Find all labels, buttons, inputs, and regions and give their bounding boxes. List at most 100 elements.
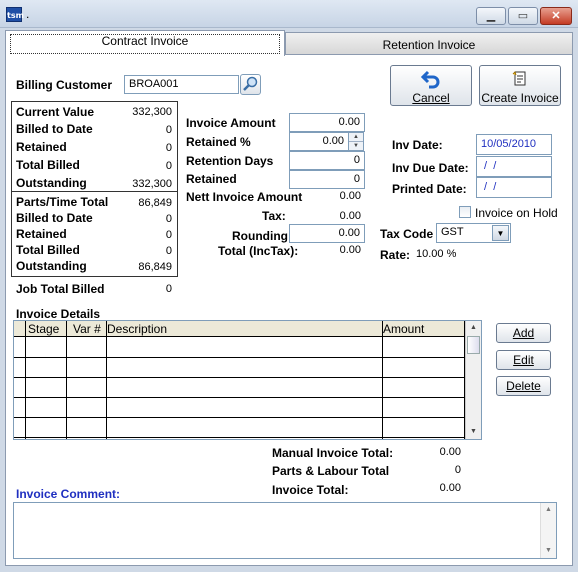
tab-label: Contract Invoice [102,34,189,48]
minimize-button[interactable]: ▁ [476,7,506,25]
search-icon [241,75,260,94]
scroll-up-icon[interactable]: ▲ [466,321,481,335]
total-inctax-value: 0.00 [300,244,361,256]
billed-to-date-label: Billed to Date [16,122,93,136]
inv-date-field[interactable]: 10/05/2010 [476,134,552,155]
outstanding-value: 332,300 [100,178,172,190]
tax-code-value: GST [441,226,464,238]
add-button[interactable]: Add [496,323,551,343]
maximize-icon: ▭ [518,10,528,22]
add-label: Add [513,326,534,340]
invoice-icon [510,69,530,89]
rounding-field[interactable]: 0.00 [289,224,365,243]
rounding-label: Rounding [232,229,288,243]
table-row [14,437,465,438]
parts-total-billed-value: 0 [100,245,172,257]
edit-button[interactable]: Edit [496,350,551,370]
printed-date-label: Printed Date: [392,182,467,196]
cancel-button[interactable]: Cancel [390,65,472,106]
invoice-comment-textarea[interactable]: ▲ ▼ [13,502,557,559]
parts-total-billed-label: Total Billed [16,243,80,257]
current-value-label: Current Value [16,105,94,119]
inv-date-label: Inv Date: [392,138,443,152]
invoice-on-hold-checkbox[interactable] [459,206,471,218]
retained-amount-label: Retained [186,172,237,186]
parts-labour-total-label: Parts & Labour Total [272,464,389,478]
minimize-icon: ▁ [487,10,495,22]
table-scrollbar[interactable]: ▲ ▼ [465,321,481,439]
job-total-billed-value: 0 [100,283,172,295]
parts-time-total-value: 86,849 [100,197,172,209]
column-header-stage[interactable]: Stage [28,322,59,336]
maximize-button[interactable]: ▭ [508,7,538,25]
retention-days-label: Retention Days [186,154,273,168]
invoice-amount-label: Invoice Amount [186,116,276,130]
delete-label: Delete [506,379,541,393]
cancel-label: Cancel [391,91,471,105]
close-button[interactable]: ✕ [540,7,572,25]
job-total-billed-label: Job Total Billed [16,282,104,296]
tab-contract-invoice[interactable]: Contract Invoice [5,30,285,56]
tax-label: Tax: [262,209,286,223]
tab-retention-invoice[interactable]: Retention Invoice [285,32,573,55]
scroll-up-icon[interactable]: ▲ [541,503,556,517]
column-header-description[interactable]: Description [107,322,167,336]
table-row [14,377,465,378]
spin-up-icon[interactable]: ▲ [349,133,363,142]
customer-lookup-button[interactable] [240,74,261,95]
summary-divider [11,191,178,192]
total-billed-value: 0 [100,160,172,172]
invoice-amount-field[interactable]: 0.00 [289,113,365,132]
parts-billed-to-date-label: Billed to Date [16,211,93,225]
parts-retained-value: 0 [100,229,172,241]
tax-code-label: Tax Code [380,227,433,241]
nett-invoice-amount-value: 0.00 [300,190,361,202]
chevron-down-icon[interactable]: ▼ [492,225,509,241]
invoice-total-label: Invoice Total: [272,483,348,497]
retained-amount-field[interactable]: 0 [289,170,365,189]
nett-invoice-amount-label: Nett Invoice Amount [186,190,302,204]
tax-value: 0.00 [300,210,361,222]
column-header-amount[interactable]: Amount [383,322,424,336]
parts-retained-label: Retained [16,227,67,241]
retained-pct-field[interactable]: 0.00 [289,132,349,151]
table-row [14,357,465,358]
inv-due-date-field[interactable]: / / [476,156,552,177]
scroll-down-icon[interactable]: ▼ [466,425,481,439]
invoice-details-title: Invoice Details [16,307,100,321]
retained-pct-label: Retained % [186,135,251,149]
tab-label: Retention Invoice [383,38,476,52]
create-invoice-button[interactable]: Create Invoice [479,65,561,106]
scroll-down-icon[interactable]: ▼ [541,544,556,558]
rate-label: Rate: [380,248,410,262]
edit-label: Edit [513,353,534,367]
spin-down-icon[interactable]: ▼ [349,142,363,150]
invoice-comment-label: Invoice Comment: [16,487,120,501]
parts-outstanding-label: Outstanding [16,259,87,273]
table-row [14,417,465,418]
billing-customer-label: Billing Customer [16,78,112,92]
billed-to-date-value: 0 [100,124,172,136]
invoice-details-table[interactable]: Stage Var # Description Amount ▲ ▼ [13,320,482,440]
column-header-var[interactable]: Var # [73,322,101,336]
window-title: . [26,7,29,21]
retained-pct-spinner[interactable]: ▲ ▼ [348,132,364,151]
parts-outstanding-value: 86,849 [100,261,172,273]
billing-customer-field[interactable]: BROA001 [124,75,239,94]
inv-due-date-label: Inv Due Date: [392,161,469,175]
comment-scrollbar[interactable]: ▲ ▼ [540,503,556,558]
retention-days-field[interactable]: 0 [289,151,365,170]
current-value: 332,300 [100,106,172,118]
parts-time-total-label: Parts/Time Total [16,195,108,209]
undo-icon [420,69,442,89]
total-inctax-label: Total (IncTax): [218,244,298,258]
rate-value: 10.00 % [416,248,456,260]
printed-date-field[interactable]: / / [476,177,552,198]
delete-button[interactable]: Delete [496,376,551,396]
parts-billed-to-date-value: 0 [100,213,172,225]
manual-invoice-total-label: Manual Invoice Total: [272,446,393,460]
app-logo: tsm [6,7,22,22]
scroll-thumb[interactable] [467,336,480,354]
create-invoice-label: Create Invoice [480,91,560,105]
manual-invoice-total-value: 0.00 [400,446,461,458]
